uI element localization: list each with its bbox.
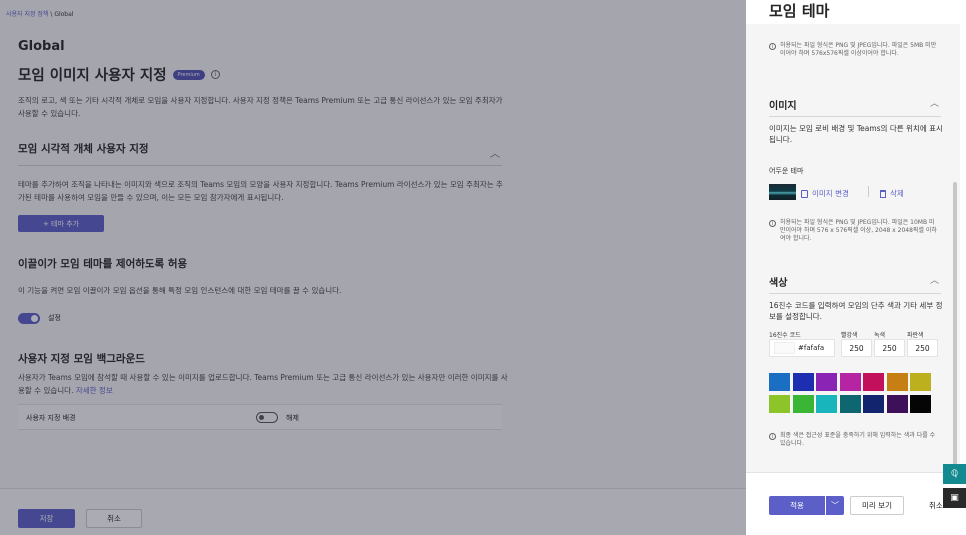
color-swatch[interactable] (886, 395, 908, 413)
color-swatch[interactable] (863, 395, 884, 413)
color-swatch[interactable] (839, 395, 861, 413)
color-swatch[interactable] (792, 373, 814, 391)
color-note-text: 최종 색은 접근성 표준을 충족하기 위해 입력하는 색과 다를 수 있습니다. (780, 432, 936, 447)
color-swatch[interactable] (839, 373, 861, 391)
divider (769, 293, 941, 294)
green-label: 녹색 (874, 332, 886, 339)
change-image-button[interactable]: 이미지 변경 (801, 188, 849, 199)
divider (769, 116, 941, 117)
logo-file-note: i 허용되는 파일 형식은 PNG 및 JPEG입니다. 파일은 5MB 미만이… (769, 42, 939, 58)
chevron-down-icon: ﹀ (831, 501, 839, 510)
meeting-theme-panel: 모임 테마 i 허용되는 파일 형식은 PNG 및 JPEG입니다. 파일은 5… (746, 0, 966, 535)
image-file-note: i 허용되는 파일 형식은 PNG 및 JPEG입니다. 파일은 10MB 미만… (769, 219, 939, 243)
preview-button[interactable]: 미리 보기 (850, 496, 904, 515)
color-swatch[interactable] (816, 373, 837, 391)
info-icon: i (769, 220, 776, 227)
red-input[interactable]: 250 (841, 339, 872, 357)
hex-code-value: #fafafa (798, 344, 825, 352)
image-section-title: 이미지 (769, 101, 797, 112)
color-swatch[interactable] (816, 395, 837, 413)
chevron-up-icon[interactable]: ︿ (930, 96, 939, 109)
color-swatch[interactable] (769, 373, 790, 391)
delete-image-button[interactable]: 삭제 (880, 188, 904, 199)
color-swatch[interactable] (769, 395, 790, 413)
image-section-description: 이미지는 모임 로비 배경 및 Teams의 다른 위치에 표시됩니다. (769, 124, 943, 144)
image-note-text: 허용되는 파일 형식은 PNG 및 JPEG입니다. 파일은 10MB 미만이어… (780, 219, 937, 242)
apply-button[interactable]: 적용 (769, 496, 825, 515)
logo-note-text: 허용되는 파일 형식은 PNG 및 JPEG입니다. 파일은 5MB 미만이어야… (780, 42, 937, 57)
color-swatch[interactable] (910, 373, 931, 391)
dark-theme-image-thumbnail (769, 184, 796, 200)
feedback-icon[interactable]: ▣ (943, 488, 966, 508)
hex-code-input[interactable]: #fafafa (769, 339, 835, 357)
panel-scrollbar[interactable] (953, 182, 957, 482)
panel-cancel-button[interactable]: 취소 (929, 500, 943, 511)
delete-label: 삭제 (890, 189, 904, 198)
color-swatch[interactable] (886, 373, 908, 391)
color-swatch[interactable] (792, 395, 814, 413)
blue-label: 파란색 (907, 332, 924, 339)
info-icon: i (769, 43, 776, 50)
image-icon (801, 189, 808, 198)
modal-overlay[interactable] (0, 0, 746, 535)
color-preview-swatch (774, 342, 795, 354)
panel-footer: 적용 ﹀ 미리 보기 취소 (746, 472, 960, 535)
dark-theme-label: 어두운 테마 (769, 167, 804, 175)
color-section-description: 16진수 코드를 입력하여 모임의 단추 색과 기타 세부 정보를 설정합니다. (769, 301, 943, 321)
color-section-title: 색상 (769, 278, 788, 289)
green-input[interactable]: 250 (874, 339, 905, 357)
trash-icon (880, 189, 886, 198)
apply-dropdown-button[interactable]: ﹀ (826, 496, 844, 515)
color-note: i 최종 색은 접근성 표준을 충족하기 위해 입력하는 색과 다를 수 있습니… (769, 432, 939, 448)
red-label: 빨강색 (841, 332, 858, 339)
color-swatch[interactable] (910, 395, 931, 413)
hex-code-label: 16진수 코드 (769, 332, 801, 339)
change-image-label: 이미지 변경 (812, 189, 849, 198)
chevron-up-icon[interactable]: ︿ (930, 273, 939, 286)
assistant-icon[interactable]: ℚ (943, 464, 966, 484)
panel-title: 모임 테마 (769, 2, 830, 20)
divider (868, 186, 869, 197)
blue-input[interactable]: 250 (907, 339, 938, 357)
color-swatch[interactable] (863, 373, 884, 391)
info-icon: i (769, 433, 776, 440)
